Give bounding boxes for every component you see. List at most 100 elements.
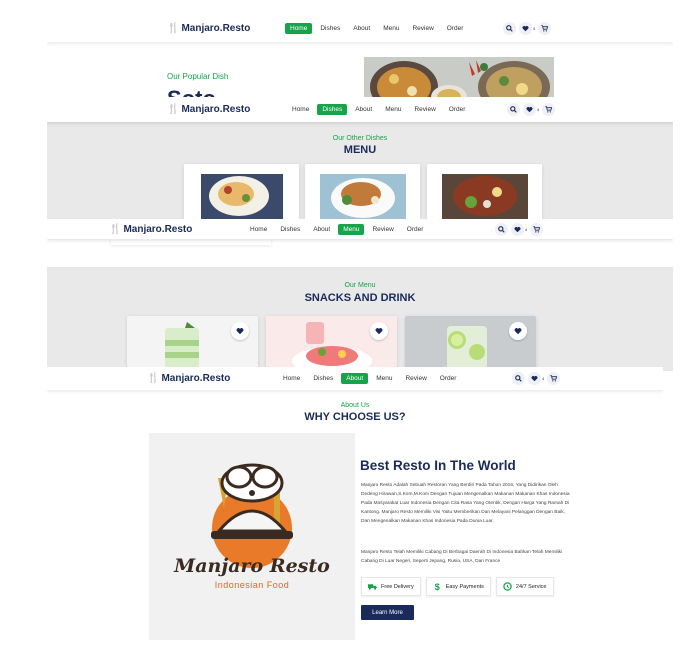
dish-card[interactable] bbox=[184, 164, 299, 222]
feature-free-delivery: Free Delivery bbox=[361, 577, 421, 596]
nav-dishes[interactable]: Dishes bbox=[315, 23, 345, 34]
heart-icon[interactable] bbox=[523, 103, 536, 116]
nav-links: Home Dishes About Menu Review Order bbox=[285, 22, 469, 34]
search-icon[interactable] bbox=[503, 21, 516, 35]
favorite-heart-icon[interactable] bbox=[370, 322, 388, 340]
favorite-heart-icon[interactable] bbox=[231, 322, 249, 340]
feature-label: Easy Payments bbox=[445, 583, 484, 590]
search-icon[interactable] bbox=[512, 372, 525, 385]
dish-card[interactable] bbox=[305, 164, 420, 222]
cart-icon[interactable] bbox=[547, 372, 561, 385]
about-paragraph-1: Manjaro Resto Adalah Sebuah Restoran Yan… bbox=[361, 483, 570, 524]
favorite-heart-icon[interactable] bbox=[509, 322, 527, 340]
dishes-subtitle: Our Other Dishes bbox=[332, 135, 388, 142]
nav-icons: 4 bbox=[503, 21, 552, 35]
snack-card[interactable] bbox=[405, 316, 536, 371]
feature-easy-payments: $ Easy Payments bbox=[425, 577, 491, 596]
nav-review[interactable]: Review bbox=[367, 224, 398, 235]
dish-image bbox=[427, 164, 542, 222]
about-paragraph-2: Manjaro Resto Telah Memiliki Cabang Di B… bbox=[361, 550, 563, 564]
nav-about[interactable]: About bbox=[348, 23, 375, 34]
cart-count: 4 bbox=[537, 107, 540, 112]
utensils-icon: 🍴 bbox=[147, 373, 160, 384]
nav-menu[interactable]: Menu bbox=[338, 223, 365, 235]
truck-icon bbox=[368, 584, 377, 590]
heart-icon[interactable] bbox=[528, 372, 541, 385]
nav-icons: 4 bbox=[507, 103, 556, 116]
nav-review[interactable]: Review bbox=[407, 23, 438, 34]
nav-order[interactable]: Order bbox=[435, 373, 462, 384]
nav-links: Home Dishes About Menu Review Order bbox=[245, 223, 429, 235]
cart-count: 4 bbox=[525, 226, 528, 232]
feature-24-7-service: 24/7 Service bbox=[495, 577, 554, 596]
nav-links: Home Dishes About Menu Review Order bbox=[278, 373, 461, 384]
nav-order[interactable]: Order bbox=[444, 104, 471, 115]
brand-logo[interactable]: 🍴 Manjaro.Resto bbox=[147, 373, 230, 384]
navbar: 🍴 Manjaro.Resto Home Dishes About Menu R… bbox=[47, 219, 673, 239]
search-icon[interactable] bbox=[495, 222, 508, 236]
about-title: WHY CHOOSE US? bbox=[304, 411, 406, 423]
dishes-title: MENU bbox=[343, 144, 377, 156]
brand-name: Manjaro.Resto bbox=[161, 373, 231, 384]
brand-name: Manjaro.Resto bbox=[123, 223, 193, 235]
nav-review[interactable]: Review bbox=[409, 104, 440, 115]
nav-icons: 4 bbox=[512, 372, 561, 385]
nav-review[interactable]: Review bbox=[400, 373, 431, 384]
brand-logo[interactable]: 🍴 Manjaro.Resto bbox=[109, 224, 192, 235]
brand-name: Manjaro.Resto bbox=[181, 104, 251, 115]
cart-icon[interactable] bbox=[538, 21, 552, 35]
nav-home[interactable]: Home bbox=[285, 22, 313, 34]
nav-home[interactable]: Home bbox=[278, 373, 305, 384]
heart-icon[interactable] bbox=[519, 21, 532, 35]
snacks-subtitle: Our Menu bbox=[344, 282, 376, 289]
snack-card[interactable] bbox=[127, 316, 258, 371]
nav-about[interactable]: About bbox=[350, 104, 377, 115]
nav-menu[interactable]: Menu bbox=[371, 373, 397, 384]
dollar-icon: $ bbox=[435, 582, 440, 591]
brand-logo[interactable]: 🍴 Manjaro.Resto bbox=[167, 104, 250, 115]
cart-icon[interactable] bbox=[530, 222, 544, 236]
snacks-title: SNACKS AND DRINK bbox=[304, 292, 416, 304]
features-row: Free Delivery $ Easy Payments 24/7 Servi… bbox=[361, 577, 554, 596]
cart-count: 4 bbox=[533, 25, 536, 31]
search-icon[interactable] bbox=[507, 103, 520, 116]
logo-subtitle: Indonesian Food bbox=[214, 580, 290, 590]
brand-logo[interactable]: 🍴 Manjaro.Resto bbox=[167, 23, 250, 34]
nav-menu[interactable]: Menu bbox=[380, 104, 406, 115]
about-subtitle: About Us bbox=[340, 402, 370, 409]
nav-menu[interactable]: Menu bbox=[378, 23, 404, 34]
nav-dishes[interactable]: Dishes bbox=[317, 104, 348, 115]
nav-about[interactable]: About bbox=[308, 224, 335, 235]
cart-icon[interactable] bbox=[542, 103, 556, 116]
phone-clock-icon bbox=[503, 582, 512, 591]
utensils-icon: 🍴 bbox=[109, 223, 122, 235]
nav-home[interactable]: Home bbox=[245, 224, 272, 235]
snack-card[interactable] bbox=[266, 316, 397, 371]
dish-card[interactable] bbox=[427, 164, 542, 222]
nav-home[interactable]: Home bbox=[287, 104, 314, 115]
dish-image bbox=[305, 164, 420, 222]
learn-more-button[interactable]: Learn More bbox=[361, 605, 414, 620]
nav-icons: 4 bbox=[495, 222, 544, 236]
brand-name: Manjaro.Resto bbox=[181, 22, 251, 34]
feature-label: Free Delivery bbox=[381, 583, 414, 590]
dishes-panel: 🍴 Manjaro.Resto Home Dishes About Menu R… bbox=[47, 97, 673, 222]
cart-count: 4 bbox=[542, 376, 545, 381]
hero-subtitle: Our Popular Dish bbox=[167, 72, 229, 81]
nav-order[interactable]: Order bbox=[442, 23, 469, 34]
logo-title: Manjaro Resto bbox=[174, 555, 330, 577]
utensils-icon: 🍴 bbox=[167, 22, 180, 34]
feature-label: 24/7 Service bbox=[515, 583, 547, 590]
about-heading: Best Resto In The World bbox=[360, 458, 516, 473]
nav-dishes[interactable]: Dishes bbox=[275, 224, 305, 235]
heart-icon[interactable] bbox=[511, 222, 524, 236]
stacked-screenshots: 🍴 Manjaro.Resto Home Dishes About Menu R… bbox=[0, 0, 696, 650]
nav-dishes[interactable]: Dishes bbox=[308, 373, 338, 384]
nav-about[interactable]: About bbox=[341, 373, 369, 384]
navbar: 🍴 Manjaro.Resto Home Dishes About Menu R… bbox=[47, 14, 673, 42]
about-panel: 🍴 Manjaro.Resto Home Dishes About Menu R… bbox=[47, 367, 663, 650]
navbar: 🍴 Manjaro.Resto Home Dishes About Menu R… bbox=[47, 97, 673, 122]
nav-order[interactable]: Order bbox=[402, 224, 429, 235]
utensils-icon: 🍴 bbox=[167, 104, 180, 115]
svg-text:$: $ bbox=[435, 582, 440, 591]
